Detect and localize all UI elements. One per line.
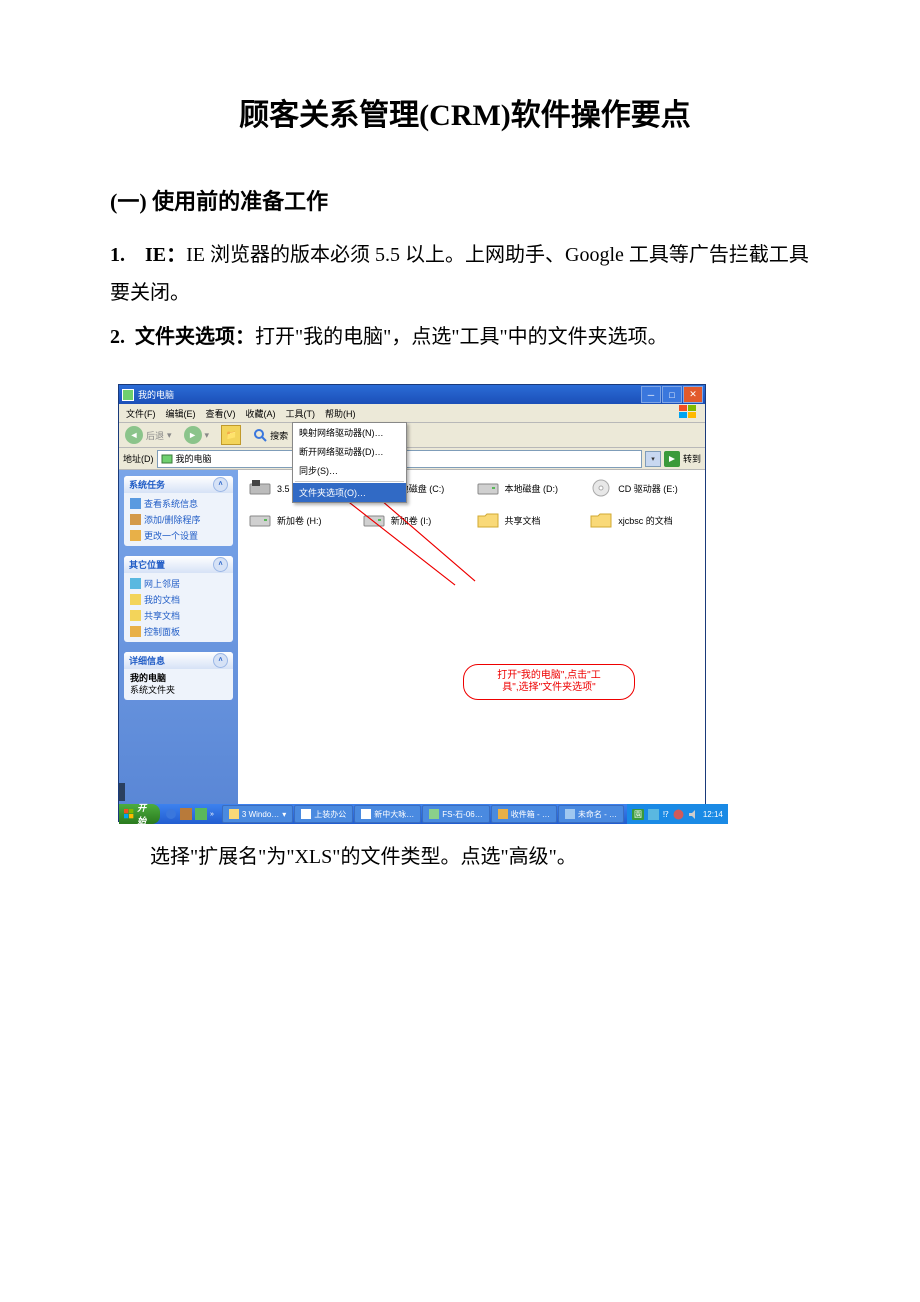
panel-header-other-places[interactable]: 其它位置˄ bbox=[124, 556, 233, 573]
system-tray: 園 ⁉ 12:14 bbox=[627, 804, 728, 824]
folder-user-docs[interactable]: xjcbsc 的文档 bbox=[589, 510, 695, 530]
minimize-button[interactable]: ─ bbox=[641, 386, 661, 403]
folder-shared-docs[interactable]: 共享文档 bbox=[476, 510, 582, 530]
chevron-up-icon: ˄ bbox=[213, 557, 228, 572]
address-label: 地址(D) bbox=[123, 452, 154, 465]
document-title: 顾客关系管理(CRM)软件操作要点 bbox=[110, 90, 820, 134]
paragraph-2: 2. 文件夹选项：打开"我的电脑"，点选"工具"中的文件夹选项。 bbox=[110, 318, 820, 356]
tools-menu-map-drive[interactable]: 映射网络驱动器(N)… bbox=[293, 423, 406, 442]
chevron-up-icon: ˄ bbox=[213, 653, 228, 668]
start-button[interactable]: 开始 bbox=[119, 804, 160, 824]
up-button[interactable]: 📁 bbox=[218, 424, 244, 446]
windows-logo-icon bbox=[673, 405, 703, 419]
panel-header-system-tasks[interactable]: 系统任务˄ bbox=[124, 476, 233, 493]
my-computer-icon bbox=[122, 389, 134, 401]
taskbar-task[interactable]: 新中大咏… bbox=[354, 805, 421, 823]
quick-launch-ie-icon[interactable] bbox=[165, 808, 177, 820]
link-change-setting[interactable]: 更改一个设置 bbox=[130, 529, 227, 542]
toolbar: ◄后退 ▾ ► ▾ 📁 搜索 bbox=[119, 423, 705, 448]
link-shared-docs[interactable]: 共享文档 bbox=[130, 609, 227, 622]
maximize-button[interactable]: □ bbox=[662, 386, 682, 403]
screenshot-container: 我的电脑 ─ □ ✕ 文件(F) 编辑(E) 查看(V) 收藏(A) 工具(T)… bbox=[110, 384, 820, 822]
back-button[interactable]: ◄后退 ▾ bbox=[122, 425, 175, 445]
close-button[interactable]: ✕ bbox=[683, 386, 703, 403]
para2-number: 2. bbox=[110, 326, 125, 348]
menu-tools[interactable]: 工具(T) bbox=[282, 406, 320, 421]
tray-volume-icon[interactable] bbox=[688, 809, 699, 820]
drive-cd[interactable]: CD 驱动器 (E:) bbox=[589, 478, 695, 498]
menu-bar: 文件(F) 编辑(E) 查看(V) 收藏(A) 工具(T) 帮助(H) bbox=[119, 404, 705, 423]
window-title-text: 我的电脑 bbox=[138, 388, 174, 401]
window-titlebar: 我的电脑 ─ □ ✕ bbox=[119, 385, 705, 404]
forward-button[interactable]: ► ▾ bbox=[181, 425, 213, 445]
quick-launch: » bbox=[160, 808, 219, 820]
drive-new-volume-h[interactable]: 新加卷 (H:) bbox=[248, 510, 354, 530]
para1-label: IE： bbox=[145, 244, 186, 266]
taskbar-task[interactable]: FS-石-06… bbox=[422, 805, 489, 823]
paragraph-1: 1. IE：IE 浏览器的版本必须 5.5 以上。上网助手、Google 工具等… bbox=[110, 236, 820, 312]
para1-number: 1. bbox=[110, 244, 125, 266]
sidebar-panel-system-tasks: 系统任务˄ 查看系统信息 添加/删除程序 更改一个设置 bbox=[124, 476, 233, 546]
sidebar-panel-details: 详细信息˄ 我的电脑 系统文件夹 bbox=[124, 652, 233, 700]
link-view-system-info[interactable]: 查看系统信息 bbox=[130, 497, 227, 510]
menu-favorites[interactable]: 收藏(A) bbox=[242, 406, 280, 421]
menu-file[interactable]: 文件(F) bbox=[122, 406, 160, 421]
link-control-panel[interactable]: 控制面板 bbox=[130, 625, 227, 638]
taskbar-task[interactable]: 上装办公 bbox=[294, 805, 353, 823]
quick-launch-desktop-icon[interactable] bbox=[180, 808, 192, 820]
search-button[interactable]: 搜索 bbox=[250, 427, 291, 443]
link-my-documents[interactable]: 我的文档 bbox=[130, 593, 227, 606]
tools-dropdown-menu: 映射网络驱动器(N)… 断开网络驱动器(D)… 同步(S)… 文件夹选项(O)… bbox=[292, 422, 407, 503]
detail-name: 我的电脑 bbox=[130, 673, 227, 685]
address-dropdown-icon[interactable]: ▾ bbox=[645, 451, 661, 467]
decoration-strip bbox=[119, 783, 125, 801]
para2-text: 打开"我的电脑"，点选"工具"中的文件夹选项。 bbox=[255, 326, 668, 348]
section-heading: (一) 使用前的准备工作 bbox=[110, 184, 820, 216]
windows-xp-screenshot: 我的电脑 ─ □ ✕ 文件(F) 编辑(E) 查看(V) 收藏(A) 工具(T)… bbox=[118, 384, 706, 822]
tray-icon[interactable] bbox=[673, 809, 684, 820]
menu-help[interactable]: 帮助(H) bbox=[321, 406, 360, 421]
link-network-places[interactable]: 网上邻居 bbox=[130, 577, 227, 590]
tools-menu-disconnect-drive[interactable]: 断开网络驱动器(D)… bbox=[293, 442, 406, 461]
taskbar-task[interactable]: 收件箱 - … bbox=[491, 805, 557, 823]
tools-menu-folder-options[interactable]: 文件夹选项(O)… bbox=[293, 483, 406, 502]
chevron-up-icon: ˄ bbox=[213, 477, 228, 492]
annotation-callout: 打开"我的电脑",点击"工 具",选择"文件夹选项" bbox=[463, 664, 635, 700]
go-button[interactable] bbox=[664, 451, 680, 467]
menu-edit[interactable]: 编辑(E) bbox=[162, 406, 200, 421]
taskbar-task[interactable]: 3 Windo… ▾ bbox=[222, 805, 293, 823]
menu-view[interactable]: 查看(V) bbox=[202, 406, 240, 421]
go-label: 转到 bbox=[683, 452, 701, 465]
drive-new-volume-i[interactable]: 新加卷 (I:) bbox=[362, 510, 468, 530]
taskbar: 开始 » 3 Windo… ▾ 上装办公 新中大咏… FS-石-06… 收件箱 … bbox=[119, 804, 705, 824]
panel-header-details[interactable]: 详细信息˄ bbox=[124, 652, 233, 669]
drive-local-d[interactable]: 本地磁盘 (D:) bbox=[476, 478, 582, 498]
caption-text: 选择"扩展名"为"XLS"的文件类型。点选"高级"。 bbox=[110, 840, 820, 869]
explorer-content: 3.5 软盘 (A:) 本地磁盘 (C:) 本地磁盘 (D:) CD 驱动器 (… bbox=[238, 470, 705, 804]
para1-text: IE 浏览器的版本必须 5.5 以上。上网助手、Google 工具等广告拦截工具… bbox=[110, 244, 809, 304]
detail-type: 系统文件夹 bbox=[130, 685, 227, 697]
address-bar: 地址(D) 我的电脑 ▾ 转到 bbox=[119, 448, 705, 470]
explorer-sidebar: 系统任务˄ 查看系统信息 添加/删除程序 更改一个设置 其它位置˄ 网上邻居 我… bbox=[119, 470, 238, 804]
para2-label: 文件夹选项： bbox=[135, 326, 255, 348]
tray-icon[interactable] bbox=[648, 809, 659, 820]
tools-menu-sync[interactable]: 同步(S)… bbox=[293, 461, 406, 480]
link-add-remove-programs[interactable]: 添加/删除程序 bbox=[130, 513, 227, 526]
taskbar-task[interactable]: 未命名 - … bbox=[558, 805, 624, 823]
sidebar-panel-other-places: 其它位置˄ 网上邻居 我的文档 共享文档 控制面板 bbox=[124, 556, 233, 642]
tray-clock: 12:14 bbox=[703, 810, 723, 819]
quick-launch-icon[interactable] bbox=[195, 808, 207, 820]
